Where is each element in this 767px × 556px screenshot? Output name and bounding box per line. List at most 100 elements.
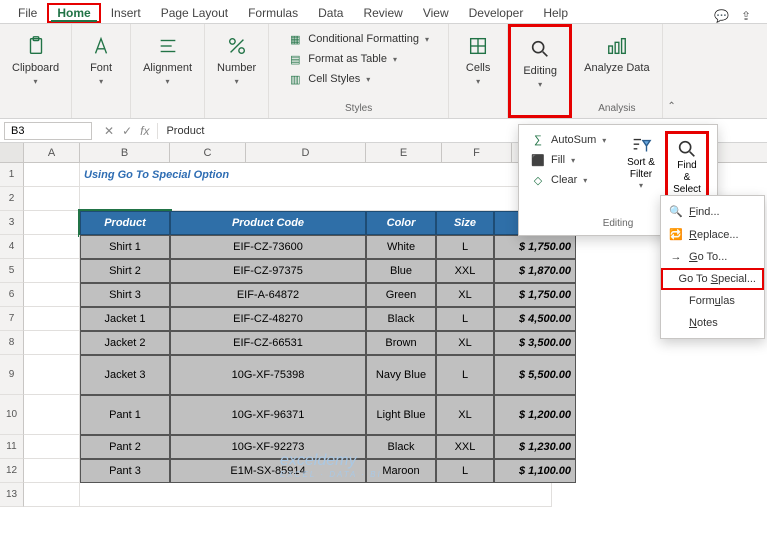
clipboard-icon (22, 32, 50, 60)
tab-insert[interactable]: Insert (101, 3, 151, 23)
cell-size[interactable]: L (436, 235, 494, 259)
menu-goto[interactable]: →Go To... (661, 246, 764, 268)
cell-size[interactable]: XL (436, 395, 494, 435)
cell-color[interactable]: Navy Blue (366, 355, 436, 395)
header-size[interactable]: Size (436, 211, 494, 235)
cells-button[interactable]: Cells ▾ (455, 28, 501, 90)
col-E[interactable]: E (366, 143, 442, 162)
autosum-button[interactable]: ∑AutoSum▾ (527, 131, 619, 149)
format-as-table-button[interactable]: ▤Format as Table▾ (284, 50, 401, 68)
table-row: 6Shirt 3EIF-A-64872GreenXL$ 1,750.00 (0, 283, 767, 307)
cell-size[interactable]: XXL (436, 259, 494, 283)
name-box[interactable]: B3 (4, 122, 92, 140)
cell-product[interactable]: Jacket 3 (80, 355, 170, 395)
cell-size[interactable]: XL (436, 331, 494, 355)
cell-price[interactable]: $ 1,750.00 (494, 235, 576, 259)
tab-view[interactable]: View (413, 3, 459, 23)
cell-product[interactable]: Pant 2 (80, 435, 170, 459)
cell-color[interactable]: Light Blue (366, 395, 436, 435)
cell-color[interactable]: White (366, 235, 436, 259)
cancel-formula-icon[interactable]: ✕ (104, 124, 114, 138)
tab-review[interactable]: Review (353, 3, 412, 23)
cell-code[interactable]: EIF-A-64872 (170, 283, 366, 307)
cell-styles-button[interactable]: ▥Cell Styles▾ (284, 70, 374, 88)
share-icon[interactable]: ⇪ (741, 9, 751, 23)
tab-page-layout[interactable]: Page Layout (151, 3, 238, 23)
enter-formula-icon[interactable]: ✓ (122, 124, 132, 138)
cell-price[interactable]: $ 1,230.00 (494, 435, 576, 459)
tab-data[interactable]: Data (308, 3, 353, 23)
cell-color[interactable]: Green (366, 283, 436, 307)
sort-filter-button[interactable]: Sort & Filter▾ (619, 131, 663, 212)
cell-price[interactable]: $ 1,750.00 (494, 283, 576, 307)
cell-color[interactable]: Maroon (366, 459, 436, 483)
col-C[interactable]: C (170, 143, 246, 162)
analyze-data-button[interactable]: Analyze Data (578, 28, 655, 79)
tab-formulas[interactable]: Formulas (238, 3, 308, 23)
cell-code[interactable]: EIF-CZ-48270 (170, 307, 366, 331)
cell-size[interactable]: L (436, 307, 494, 331)
cell-size[interactable]: XL (436, 283, 494, 307)
table-row: 5Shirt 2EIF-CZ-97375BlueXXL$ 1,870.00 (0, 259, 767, 283)
comments-icon[interactable]: 💬 (714, 9, 729, 23)
collapse-ribbon-button[interactable]: ⌃ (663, 24, 681, 118)
editing-button[interactable]: Editing ▾ (517, 31, 563, 93)
cell-code[interactable]: E1M-SX-85914 (170, 459, 366, 483)
cell-color[interactable]: Black (366, 307, 436, 331)
menu-notes[interactable]: Notes (661, 312, 764, 334)
col-A[interactable]: A (24, 143, 80, 162)
cell-product[interactable]: Shirt 1 (80, 235, 170, 259)
menu-replace[interactable]: 🔁Replace... (661, 223, 764, 246)
menu-goto-special[interactable]: Go To Special... (661, 268, 764, 290)
sigma-icon: ∑ (531, 133, 545, 147)
conditional-formatting-button[interactable]: ▦Conditional Formatting▾ (284, 30, 433, 48)
col-F[interactable]: F (442, 143, 512, 162)
number-button[interactable]: Number ▾ (211, 28, 262, 90)
cell-size[interactable]: L (436, 355, 494, 395)
header-code[interactable]: Product Code (170, 211, 366, 235)
clear-button[interactable]: ◇Clear▾ (527, 171, 619, 189)
cell-code[interactable]: 10G-XF-96371 (170, 395, 366, 435)
group-cells: Cells ▾ (449, 24, 508, 118)
rownum-1[interactable]: 1 (0, 163, 24, 187)
font-button[interactable]: Font ▾ (78, 28, 124, 90)
cell-product[interactable]: Jacket 1 (80, 307, 170, 331)
fill-button[interactable]: ⬛Fill▾ (527, 151, 619, 169)
title-cell[interactable]: Using Go To Special Option (80, 163, 552, 187)
col-B[interactable]: B (80, 143, 170, 162)
cell-color[interactable]: Brown (366, 331, 436, 355)
cell-price[interactable]: $ 3,500.00 (494, 331, 576, 355)
cell-color[interactable]: Black (366, 435, 436, 459)
select-all-button[interactable] (0, 143, 24, 162)
col-D[interactable]: D (246, 143, 366, 162)
cell-product[interactable]: Jacket 2 (80, 331, 170, 355)
cell-code[interactable]: EIF-CZ-97375 (170, 259, 366, 283)
cell-size[interactable]: L (436, 459, 494, 483)
cell-price[interactable]: $ 1,870.00 (494, 259, 576, 283)
cell-price[interactable]: $ 4,500.00 (494, 307, 576, 331)
tab-home[interactable]: Home (47, 3, 100, 23)
menu-find[interactable]: 🔍FFind...ind... (661, 200, 764, 223)
header-product[interactable]: Product (80, 211, 170, 235)
cell-code[interactable]: EIF-CZ-66531 (170, 331, 366, 355)
cell-product[interactable]: Pant 1 (80, 395, 170, 435)
cell-price[interactable]: $ 5,500.00 (494, 355, 576, 395)
fx-icon[interactable]: fx (140, 124, 149, 138)
cell-color[interactable]: Blue (366, 259, 436, 283)
cell-product[interactable]: Pant 3 (80, 459, 170, 483)
cell-price[interactable]: $ 1,100.00 (494, 459, 576, 483)
header-color[interactable]: Color (366, 211, 436, 235)
alignment-button[interactable]: Alignment ▾ (137, 28, 198, 90)
tab-help[interactable]: Help (533, 3, 578, 23)
menu-formulas[interactable]: Formulas (661, 290, 764, 312)
clipboard-button[interactable]: Clipboard ▾ (6, 28, 65, 90)
cell-product[interactable]: Shirt 3 (80, 283, 170, 307)
cell-code[interactable]: 10G-XF-92273 (170, 435, 366, 459)
cell-price[interactable]: $ 1,200.00 (494, 395, 576, 435)
cell-code[interactable]: EIF-CZ-73600 (170, 235, 366, 259)
cell-code[interactable]: 10G-XF-75398 (170, 355, 366, 395)
tab-file[interactable]: File (8, 3, 47, 23)
cell-size[interactable]: XXL (436, 435, 494, 459)
cell-product[interactable]: Shirt 2 (80, 259, 170, 283)
tab-developer[interactable]: Developer (459, 3, 534, 23)
